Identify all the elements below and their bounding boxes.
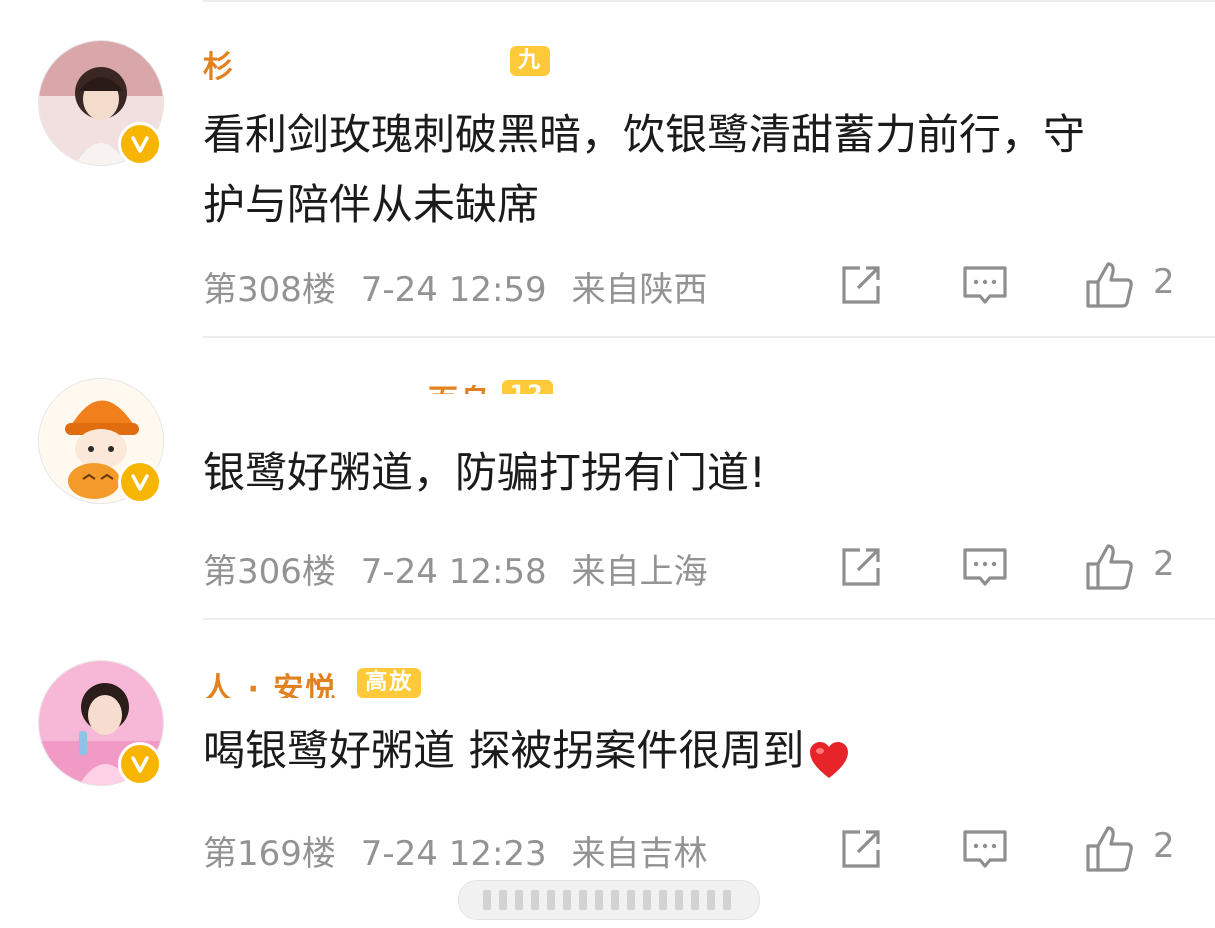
comment-text: 喝银鹭好粥道 探被拐案件很周到 — [203, 716, 1103, 786]
reply-icon[interactable] — [960, 542, 1010, 592]
reply-icon[interactable] — [960, 260, 1010, 310]
share-icon[interactable] — [836, 542, 886, 592]
verified-icon — [118, 742, 162, 786]
username-text[interactable]: 人 · 安悦 — [203, 664, 337, 698]
username[interactable]: 杉九 — [203, 42, 551, 85]
like-count: 2 — [1153, 544, 1175, 584]
comment-location: 来自吉林 — [571, 834, 708, 874]
comment-meta: 第308楼 7-24 12:59 来自陕西 — [203, 262, 722, 311]
share-icon[interactable] — [836, 824, 886, 874]
username[interactable]: 百乌 12 — [203, 376, 553, 394]
comment-meta: 第169楼 7-24 12:23 来自吉林 — [203, 826, 722, 875]
floor-number: 第306楼 — [203, 552, 336, 592]
comment-time: 7-24 12:23 — [360, 834, 547, 874]
like-icon[interactable] — [1084, 542, 1134, 592]
like-icon[interactable] — [1084, 260, 1134, 310]
user-tag: 九 — [510, 46, 551, 76]
user-tag: 12 — [502, 380, 553, 394]
comment-item: 人 · 安悦 高放 喝银鹭好粥道 探被拐案件很周到 第169楼 7-24 12:2… — [0, 620, 1215, 900]
floor-number: 第169楼 — [203, 834, 336, 874]
reply-icon[interactable] — [960, 824, 1010, 874]
username-text[interactable]: 百乌 — [428, 376, 492, 394]
comment-time: 7-24 12:59 — [360, 270, 547, 310]
floor-number: 第308楼 — [203, 270, 336, 310]
like-icon[interactable] — [1084, 824, 1134, 874]
comment-location: 来自陕西 — [571, 270, 708, 310]
share-icon[interactable] — [836, 260, 886, 310]
like-count: 2 — [1153, 262, 1175, 302]
comment-text: 看利剑玫瑰刺破黑暗，饮银鹭清甜蓄力前行，守护与陪伴从未缺席 — [203, 110, 1086, 229]
username[interactable]: 人 · 安悦 高放 — [203, 664, 422, 698]
comment-text-content: 喝银鹭好粥道 探被拐案件很周到 — [203, 726, 805, 775]
verified-icon — [118, 460, 162, 504]
comment-time: 7-24 12:58 — [360, 552, 547, 592]
comment-item: 百乌 12 银鹭好粥道，防骗打拐有门道! 第306楼 7-24 12:58 来自上… — [0, 338, 1215, 620]
comment-location: 来自上海 — [571, 552, 708, 592]
comment-meta: 第306楼 7-24 12:58 来自上海 — [203, 544, 722, 593]
like-count: 2 — [1153, 826, 1175, 866]
verified-icon — [118, 122, 162, 166]
heart-icon — [808, 733, 850, 778]
comment-item: 杉九 看利剑玫瑰刺破黑暗，饮银鹭清甜蓄力前行，守护与陪伴从未缺席 第308楼 7… — [0, 0, 1215, 338]
user-tag: 高放 — [357, 668, 422, 698]
username-text[interactable]: 杉 — [203, 42, 235, 86]
watermark — [458, 880, 760, 920]
comment-text: 银鹭好粥道，防骗打拐有门道! — [203, 448, 766, 497]
